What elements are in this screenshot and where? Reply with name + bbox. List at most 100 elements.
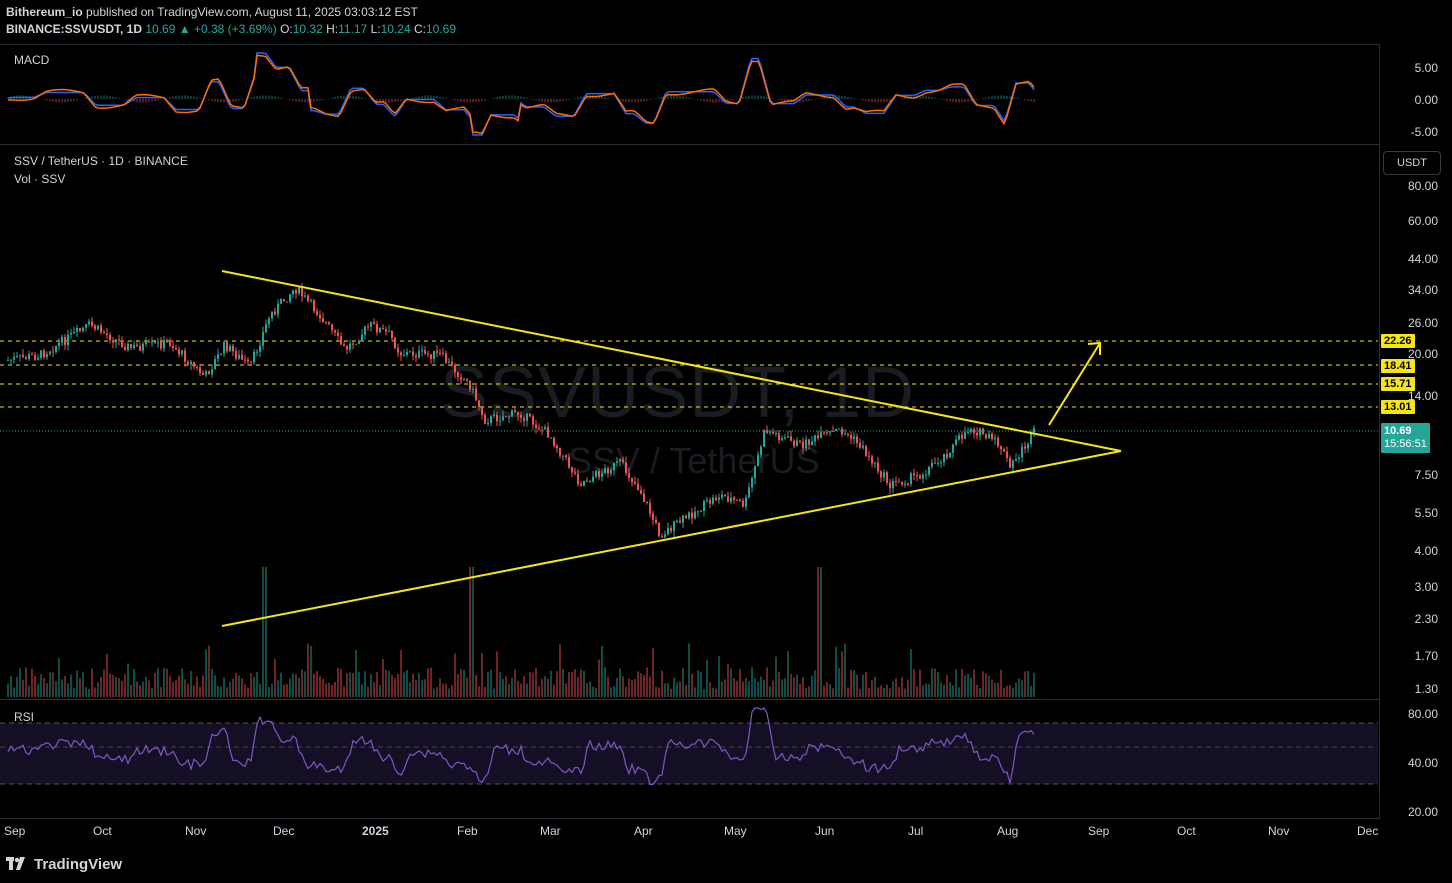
close-value: 10.69 bbox=[425, 22, 457, 36]
currency-button[interactable]: USDT bbox=[1383, 151, 1441, 175]
volume-bar bbox=[58, 658, 60, 697]
open-value: 10.32 bbox=[292, 22, 323, 36]
volume-bar bbox=[469, 567, 471, 697]
close-label: C: bbox=[413, 22, 426, 36]
price-axis-label: 80.00 bbox=[1407, 179, 1438, 193]
candle-body bbox=[865, 445, 867, 456]
volume-bar bbox=[937, 671, 939, 697]
level-tag: 15.71 bbox=[1381, 377, 1415, 391]
volume-bar bbox=[1033, 672, 1035, 697]
candle-body bbox=[469, 380, 471, 390]
candle-body bbox=[472, 388, 474, 390]
volume-bar bbox=[538, 685, 540, 697]
candle-body bbox=[562, 455, 564, 457]
candle-body bbox=[547, 427, 549, 438]
candle-body bbox=[673, 521, 675, 532]
volume-bar bbox=[838, 667, 840, 697]
symbol-name[interactable]: BINANCE:SSVUSDT, 1D bbox=[6, 22, 142, 36]
candle-body bbox=[640, 490, 642, 494]
candle-body bbox=[499, 420, 501, 422]
candle-body bbox=[901, 481, 903, 485]
candle-body bbox=[883, 472, 885, 478]
price-chart[interactable] bbox=[0, 145, 1378, 699]
candle-body bbox=[754, 466, 756, 479]
volume-bar bbox=[739, 669, 741, 697]
candle-body bbox=[214, 359, 216, 370]
volume-bar bbox=[571, 671, 573, 697]
candle-body bbox=[919, 475, 921, 479]
volume-bar bbox=[697, 670, 699, 697]
lower-trendline bbox=[221, 450, 1122, 627]
candle-body bbox=[220, 353, 222, 355]
volume-bar bbox=[16, 676, 18, 697]
candle-body bbox=[127, 343, 129, 351]
macd-chart[interactable] bbox=[0, 45, 1378, 144]
candle-body bbox=[619, 459, 621, 462]
volume-bar bbox=[841, 651, 843, 697]
volume-bar bbox=[505, 676, 507, 697]
volume-bar bbox=[943, 684, 945, 697]
volume-bar bbox=[187, 683, 189, 697]
volume-bar bbox=[685, 684, 687, 697]
candle-body bbox=[379, 327, 381, 333]
volume-bar bbox=[103, 669, 105, 697]
time-axis-label: Nov bbox=[1268, 824, 1290, 838]
volume-bar bbox=[133, 669, 135, 697]
time-axis-divider bbox=[0, 818, 1380, 819]
volume-bar bbox=[598, 659, 600, 697]
time-axis-label: Nov bbox=[185, 824, 207, 838]
candle-body bbox=[370, 322, 372, 327]
tradingview-logo-icon bbox=[6, 857, 25, 870]
volume-bar bbox=[1000, 669, 1002, 697]
volume-bar bbox=[181, 668, 183, 697]
candle-body bbox=[889, 482, 891, 489]
volume-bar bbox=[70, 674, 72, 697]
candle-body bbox=[667, 527, 669, 535]
publish-info: Bithereum_io published on TradingView.co… bbox=[6, 5, 418, 19]
volume-bar bbox=[808, 686, 810, 697]
volume-bar bbox=[955, 669, 957, 697]
price-axis-label: 1.70 bbox=[1414, 649, 1438, 663]
volume-bar bbox=[457, 674, 459, 697]
rsi-chart[interactable] bbox=[0, 700, 1378, 818]
volume-bar bbox=[250, 673, 252, 697]
price-axis-label: 34.00 bbox=[1407, 283, 1438, 297]
high-label: H: bbox=[326, 22, 339, 36]
volume-bar bbox=[106, 653, 108, 697]
volume-bar bbox=[715, 688, 717, 697]
volume-bar bbox=[136, 681, 138, 697]
time-axis-label: Dec bbox=[273, 824, 295, 838]
tradingview-brand[interactable]: TradingView bbox=[6, 853, 122, 875]
volume-bar bbox=[196, 676, 198, 697]
candle-body bbox=[1000, 446, 1002, 450]
candle-body bbox=[217, 354, 219, 360]
volume-bar bbox=[565, 683, 567, 697]
candle-body bbox=[871, 456, 873, 464]
volume-bar bbox=[754, 678, 756, 697]
candle-body bbox=[862, 445, 864, 448]
volume-bar bbox=[526, 683, 528, 697]
candle-body bbox=[502, 416, 504, 421]
candle-body bbox=[439, 352, 441, 354]
volume-bar bbox=[376, 672, 378, 697]
volume-bar bbox=[607, 676, 609, 697]
candle-body bbox=[880, 471, 882, 478]
candle-body bbox=[706, 500, 708, 502]
candle-body bbox=[676, 520, 678, 522]
candle-body bbox=[148, 341, 150, 343]
candle-body bbox=[433, 350, 435, 359]
macd-axis-label: 5.00 bbox=[1414, 61, 1438, 75]
volume-bar bbox=[829, 683, 831, 697]
candle-body bbox=[412, 351, 414, 356]
publisher-name[interactable]: Bithereum_io bbox=[6, 5, 83, 19]
volume-bar bbox=[970, 677, 972, 697]
candle-body bbox=[292, 290, 294, 295]
volume-bar bbox=[559, 644, 561, 697]
candle-body bbox=[955, 439, 957, 445]
candle-body bbox=[382, 327, 384, 330]
candle-body bbox=[178, 349, 180, 355]
candle-body bbox=[622, 459, 624, 463]
macd-signal-line bbox=[7, 54, 1035, 135]
candle-body bbox=[595, 471, 597, 477]
candle-body bbox=[523, 417, 525, 421]
